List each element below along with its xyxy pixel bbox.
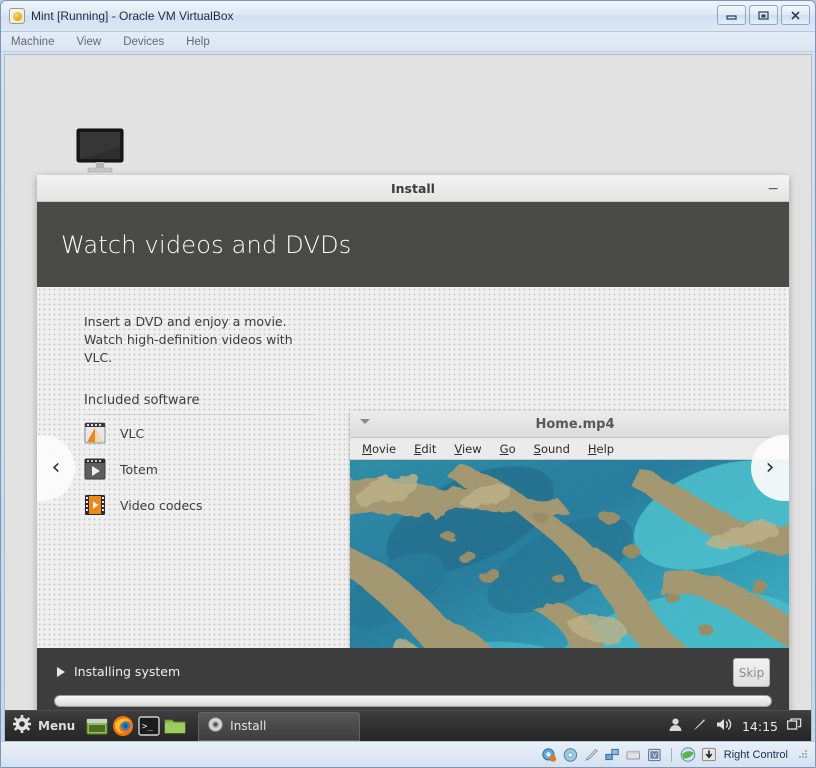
gear-icon <box>13 715 31 737</box>
user-icon[interactable] <box>668 717 683 736</box>
list-item-label: VLC <box>120 425 145 441</box>
list-item: Video codecs <box>84 487 316 523</box>
video-menu-sound: Sound <box>533 441 570 456</box>
video-player-preview: Home.mp4 Movie Edit View Go Sound Help <box>350 411 789 648</box>
task-install[interactable]: Install <box>198 711 361 741</box>
host-key-label: Right Control <box>723 748 788 761</box>
system-tray: 14:15 <box>668 717 811 736</box>
resize-grip[interactable] <box>799 749 809 760</box>
skip-button[interactable]: Skip <box>733 658 770 687</box>
window-title: Mint [Running] - Oracle VM VirtualBox <box>31 9 234 23</box>
video-menu-view: View <box>454 441 482 456</box>
video-player-title: Home.mp4 <box>535 416 615 432</box>
svg-text:V: V <box>653 751 658 759</box>
firefox-icon[interactable] <box>112 715 134 737</box>
volume-icon[interactable] <box>716 717 733 736</box>
video-canvas <box>350 460 789 648</box>
virtualbox-icon <box>9 8 25 24</box>
install-status-row[interactable]: Installing system <box>57 648 769 679</box>
previous-slide-button[interactable]: ‹ <box>37 434 75 501</box>
vlc-icon <box>84 422 106 444</box>
hard-disk-icon[interactable] <box>542 747 558 762</box>
launcher-area: >_ <box>86 715 190 737</box>
mouse-integration-icon[interactable] <box>680 747 696 762</box>
restore-button[interactable] <box>749 5 778 25</box>
slide-heading: Watch videos and DVDs <box>61 230 352 259</box>
list-item: Totem <box>84 451 316 487</box>
show-desktop-icon[interactable] <box>86 715 108 737</box>
vbox-menu-view[interactable]: View <box>76 36 101 48</box>
video-menu-edit: Edit <box>414 441 437 456</box>
install-window: Install − Watch videos and DVDs Insert a… <box>37 175 789 718</box>
host-key-icon[interactable] <box>701 747 717 762</box>
slide-description: Insert a DVD and enjoy a movie. Watch hi… <box>84 314 293 366</box>
floppy-disk-icon[interactable] <box>584 748 600 762</box>
video-player-titlebar: Home.mp4 <box>350 411 789 438</box>
install-disc-icon <box>208 716 223 736</box>
list-item-label: Video codecs <box>120 497 203 513</box>
install-status-text: Installing system <box>74 664 181 679</box>
display-icon[interactable]: V <box>647 748 663 762</box>
guest-screen[interactable]: Install − Watch videos and DVDs Insert a… <box>4 54 812 741</box>
window-list-icon[interactable] <box>786 717 802 736</box>
window-menu-icon <box>360 419 370 424</box>
vbox-menu-help[interactable]: Help <box>186 36 210 48</box>
slide-body: Insert a DVD and enjoy a movie. Watch hi… <box>37 287 789 648</box>
vbox-menu-machine[interactable]: Machine <box>11 36 54 48</box>
virtualbox-window: Mint [Running] - Oracle VM VirtualBox Ma… <box>0 0 816 768</box>
video-player-menubar: Movie Edit View Go Sound Help <box>350 438 789 460</box>
included-software-heading: Included software <box>84 393 316 416</box>
update-manager-icon[interactable] <box>692 717 707 736</box>
video-menu-help: Help <box>587 441 615 456</box>
network-icon[interactable] <box>605 748 621 762</box>
slide-text-column: Insert a DVD and enjoy a movie. Watch hi… <box>84 313 316 523</box>
optical-disk-icon[interactable] <box>563 747 579 762</box>
terminal-icon[interactable]: >_ <box>138 715 160 737</box>
install-minimize-button[interactable]: − <box>767 175 779 202</box>
install-window-title: Install <box>391 180 435 196</box>
install-progress-bar <box>54 695 772 707</box>
clock[interactable]: 14:15 <box>742 719 778 734</box>
vbox-menu-devices[interactable]: Devices <box>123 36 164 48</box>
desktop-monitor-icon[interactable] <box>73 127 127 175</box>
close-button[interactable] <box>781 5 810 25</box>
minimize-button[interactable] <box>717 5 746 25</box>
list-item-label: Totem <box>120 461 158 477</box>
mint-taskbar: Menu >_ Install 14:15 <box>5 710 811 741</box>
install-titlebar: Install − <box>37 175 789 202</box>
start-menu-label: Menu <box>38 719 76 733</box>
task-install-label: Install <box>230 719 267 733</box>
install-footer: Installing system Skip <box>37 648 789 718</box>
files-icon[interactable] <box>164 715 186 737</box>
shared-folders-icon[interactable] <box>626 748 642 762</box>
mint-desktop[interactable]: Install − Watch videos and DVDs Insert a… <box>5 55 811 741</box>
window-controls <box>717 5 810 25</box>
video-menu-movie: Movie <box>362 441 397 456</box>
virtualbox-menubar: Machine View Devices Help <box>1 32 815 52</box>
start-menu-button[interactable]: Menu <box>5 712 84 741</box>
video-menu-go: Go <box>499 441 516 456</box>
video-codecs-icon <box>84 494 106 516</box>
svg-text:>_: >_ <box>142 722 153 732</box>
virtualbox-statusbar: V Right Control <box>1 741 815 767</box>
virtualbox-titlebar: Mint [Running] - Oracle VM VirtualBox <box>1 1 815 32</box>
task-list: Install <box>198 711 361 741</box>
totem-icon <box>84 458 106 480</box>
slide-header: Watch videos and DVDs <box>37 202 789 287</box>
list-item: VLC <box>84 415 316 451</box>
expander-triangle-icon[interactable] <box>57 666 65 677</box>
statusbar-separator <box>670 747 672 762</box>
